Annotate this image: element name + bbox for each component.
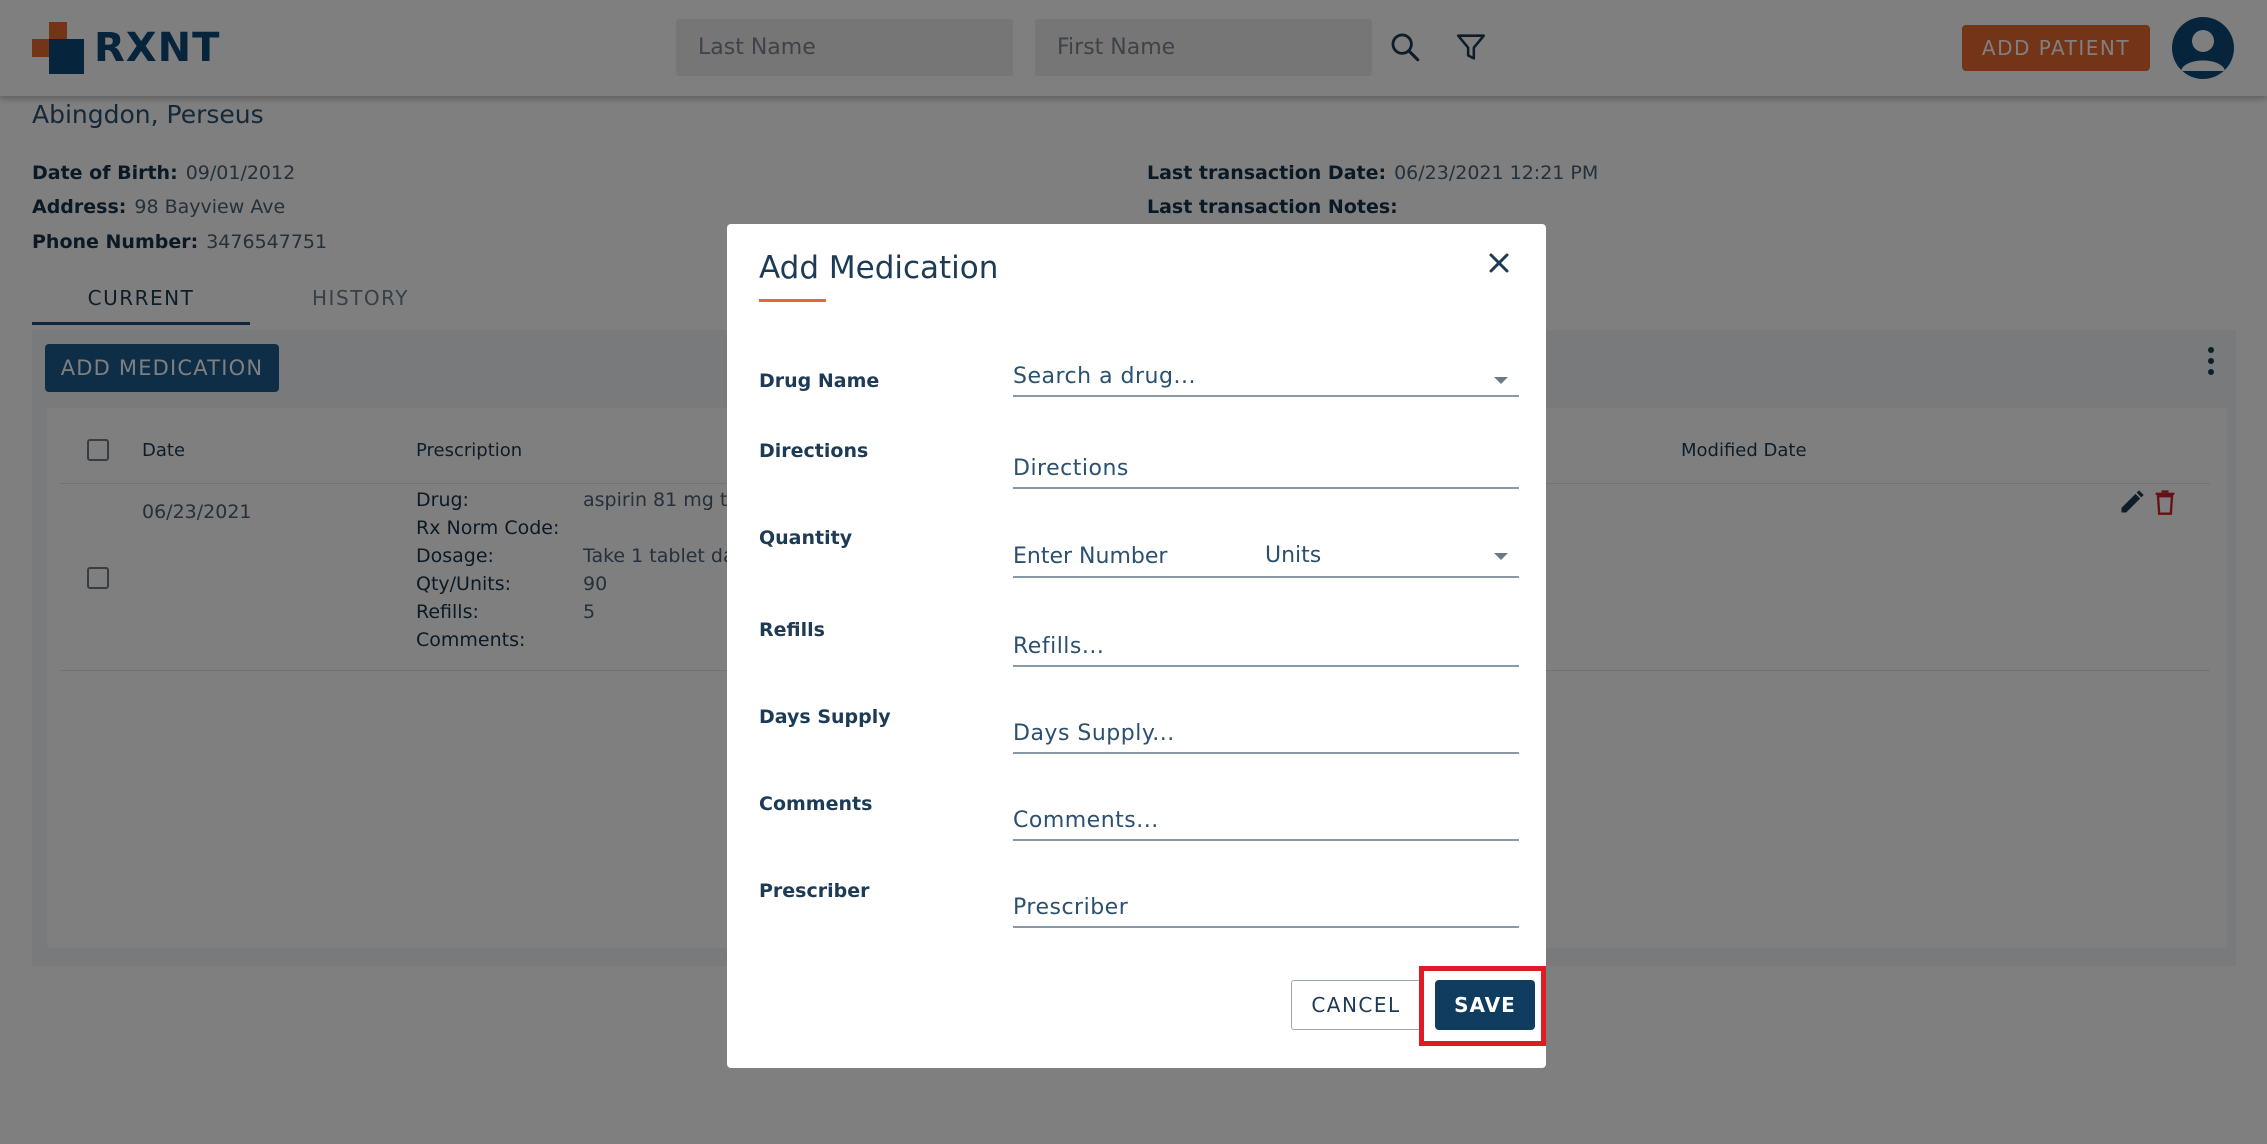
directions-input[interactable]: [1013, 449, 1519, 489]
quantity-underline: [1013, 576, 1519, 578]
title-accent-underline: [759, 299, 826, 302]
days-supply-label: Days Supply: [759, 706, 891, 728]
quantity-label: Quantity: [759, 527, 853, 549]
units-select[interactable]: Units: [1265, 536, 1519, 576]
comments-input[interactable]: [1013, 801, 1519, 841]
units-dropdown-arrow-icon[interactable]: [1494, 553, 1508, 560]
prescriber-input[interactable]: [1013, 888, 1519, 928]
directions-label: Directions: [759, 440, 869, 462]
quantity-number-input[interactable]: [1013, 536, 1263, 576]
close-dialog-button[interactable]: [1482, 246, 1516, 280]
units-select-value: Units: [1265, 543, 1322, 568]
add-medication-dialog: Add Medication Drug Name Directions Quan…: [727, 224, 1546, 1068]
prescriber-label: Prescriber: [759, 880, 870, 902]
save-button[interactable]: SAVE: [1435, 980, 1535, 1030]
dialog-title: Add Medication: [759, 250, 999, 286]
close-icon: [1489, 253, 1509, 273]
drug-name-dropdown-arrow-icon[interactable]: [1494, 377, 1508, 384]
refills-label: Refills: [759, 619, 825, 641]
drug-name-search-input[interactable]: [1013, 357, 1519, 397]
drug-name-label: Drug Name: [759, 370, 880, 392]
days-supply-input[interactable]: [1013, 714, 1519, 754]
comments-label: Comments: [759, 793, 873, 815]
refills-input[interactable]: [1013, 627, 1519, 667]
cancel-button[interactable]: CANCEL: [1291, 980, 1421, 1030]
